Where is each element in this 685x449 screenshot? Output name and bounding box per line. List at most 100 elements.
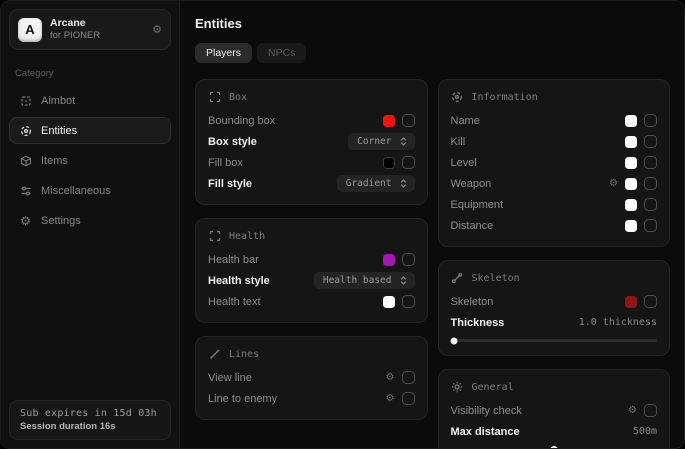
tab-npcs[interactable]: NPCs	[257, 43, 306, 63]
row-label: Kill	[451, 136, 626, 148]
row-name: Name	[451, 110, 658, 131]
health-bar-checkbox[interactable]	[402, 253, 415, 266]
gear-icon[interactable]: ⚙	[386, 394, 395, 404]
row-weapon: Weapon ⚙	[451, 173, 658, 194]
gear-icon[interactable]: ⚙	[386, 373, 395, 383]
panel-box: Box Bounding box Box style Corner	[195, 79, 428, 205]
row-label: View line	[208, 372, 386, 384]
dropdown-value: Corner	[357, 136, 391, 147]
fill-box-checkbox[interactable]	[402, 156, 415, 169]
row-fill-style: Fill style Gradient	[208, 173, 415, 194]
color-swatch[interactable]	[383, 157, 395, 169]
gear-icon[interactable]: ⚙	[628, 406, 637, 416]
row-label: Level	[451, 157, 626, 169]
brand-subtitle: for PIONER	[50, 30, 100, 42]
row-label: Skeleton	[451, 296, 626, 308]
panel-general: General Visibility check ⚙ Max distance …	[438, 369, 671, 449]
row-view-line: View line ⚙	[208, 367, 415, 388]
row-distance: Distance	[451, 215, 658, 236]
color-swatch[interactable]	[625, 178, 637, 190]
panel-health: Health Health bar Health style Health ba…	[195, 218, 428, 323]
health-style-dropdown[interactable]: Health based	[314, 272, 415, 289]
sidebar-item-items[interactable]: Items	[9, 147, 171, 174]
color-swatch[interactable]	[625, 296, 637, 308]
row-label: Thickness	[451, 317, 579, 329]
panel-title: Skeleton	[472, 273, 520, 284]
sidebar: A Arcane for PIONER ⚙ Category Aimbot En…	[1, 1, 180, 448]
color-swatch[interactable]	[625, 136, 637, 148]
sun-icon	[451, 381, 464, 394]
row-line-to-enemy: Line to enemy ⚙	[208, 388, 415, 409]
row-bounding-box: Bounding box	[208, 110, 415, 131]
panel-title: Lines	[229, 349, 259, 360]
color-swatch[interactable]	[625, 115, 637, 127]
distance-checkbox[interactable]	[644, 219, 657, 232]
pencil-line-icon	[208, 348, 221, 361]
row-health-text: Health text	[208, 291, 415, 312]
sidebar-item-entities[interactable]: Entities	[9, 117, 171, 144]
unfold-icon	[399, 179, 408, 188]
sidebar-item-aimbot[interactable]: Aimbot	[9, 87, 171, 114]
dropdown-value: Health based	[323, 275, 392, 286]
row-level: Level	[451, 152, 658, 173]
bounding-box-checkbox[interactable]	[402, 114, 415, 127]
gear-icon[interactable]: ⚙	[152, 23, 162, 36]
box-style-dropdown[interactable]: Corner	[348, 133, 414, 150]
weapon-checkbox[interactable]	[644, 177, 657, 190]
gear-icon[interactable]: ⚙	[609, 179, 618, 189]
row-skeleton: Skeleton	[451, 291, 658, 312]
crosshair-icon	[19, 94, 32, 107]
slider-thumb[interactable]	[450, 337, 457, 344]
sidebar-item-settings[interactable]: ⚙ Settings	[9, 207, 171, 234]
row-label: Box style	[208, 136, 348, 148]
brand-card: A Arcane for PIONER ⚙	[9, 9, 171, 50]
sidebar-item-miscellaneous[interactable]: Miscellaneous	[9, 177, 171, 204]
kill-checkbox[interactable]	[644, 135, 657, 148]
view-line-checkbox[interactable]	[402, 371, 415, 384]
row-label: Name	[451, 115, 626, 127]
row-fill-box: Fill box	[208, 152, 415, 173]
health-text-checkbox[interactable]	[402, 295, 415, 308]
equipment-checkbox[interactable]	[644, 198, 657, 211]
row-label: Distance	[451, 220, 626, 232]
tab-players[interactable]: Players	[195, 43, 252, 63]
row-box-style: Box style Corner	[208, 131, 415, 152]
brand-logo: A	[18, 18, 42, 42]
visibility-check-checkbox[interactable]	[644, 404, 657, 417]
dropdown-value: Gradient	[346, 178, 392, 189]
panel-information: Information Name Kill	[438, 79, 671, 247]
entities-icon	[19, 124, 32, 137]
color-swatch[interactable]	[383, 296, 395, 308]
row-label: Visibility check	[451, 405, 629, 417]
skeleton-checkbox[interactable]	[644, 295, 657, 308]
row-label: Weapon	[451, 178, 610, 190]
subscription-card: Sub expires in 15d 03h Session duration …	[9, 400, 171, 440]
row-health-style: Health style Health based	[208, 270, 415, 291]
panel-title: Box	[229, 92, 247, 103]
color-swatch[interactable]	[625, 199, 637, 211]
color-swatch[interactable]	[625, 157, 637, 169]
slider-thumb[interactable]	[550, 446, 558, 449]
thickness-slider[interactable]	[451, 339, 658, 342]
sidebar-item-label: Aimbot	[41, 95, 75, 107]
row-visibility-check: Visibility check ⚙	[451, 400, 658, 421]
row-thickness: Thickness 1.0 thickness	[451, 312, 658, 333]
panel-title: Information	[472, 92, 538, 103]
row-kill: Kill	[451, 131, 658, 152]
color-swatch[interactable]	[625, 220, 637, 232]
sidebar-item-label: Items	[41, 155, 68, 167]
app-window: A Arcane for PIONER ⚙ Category Aimbot En…	[0, 0, 685, 449]
line-to-enemy-checkbox[interactable]	[402, 392, 415, 405]
color-swatch[interactable]	[383, 254, 395, 266]
name-checkbox[interactable]	[644, 114, 657, 127]
unfold-icon	[399, 276, 408, 285]
sidebar-item-label: Entities	[41, 125, 77, 137]
fill-style-dropdown[interactable]: Gradient	[337, 175, 415, 192]
corner-brackets-icon	[208, 91, 221, 104]
tab-bar: Players NPCs	[195, 43, 670, 63]
color-swatch[interactable]	[383, 115, 395, 127]
row-label: Bounding box	[208, 115, 383, 127]
row-label: Health style	[208, 275, 314, 287]
row-health-bar: Health bar	[208, 249, 415, 270]
level-checkbox[interactable]	[644, 156, 657, 169]
